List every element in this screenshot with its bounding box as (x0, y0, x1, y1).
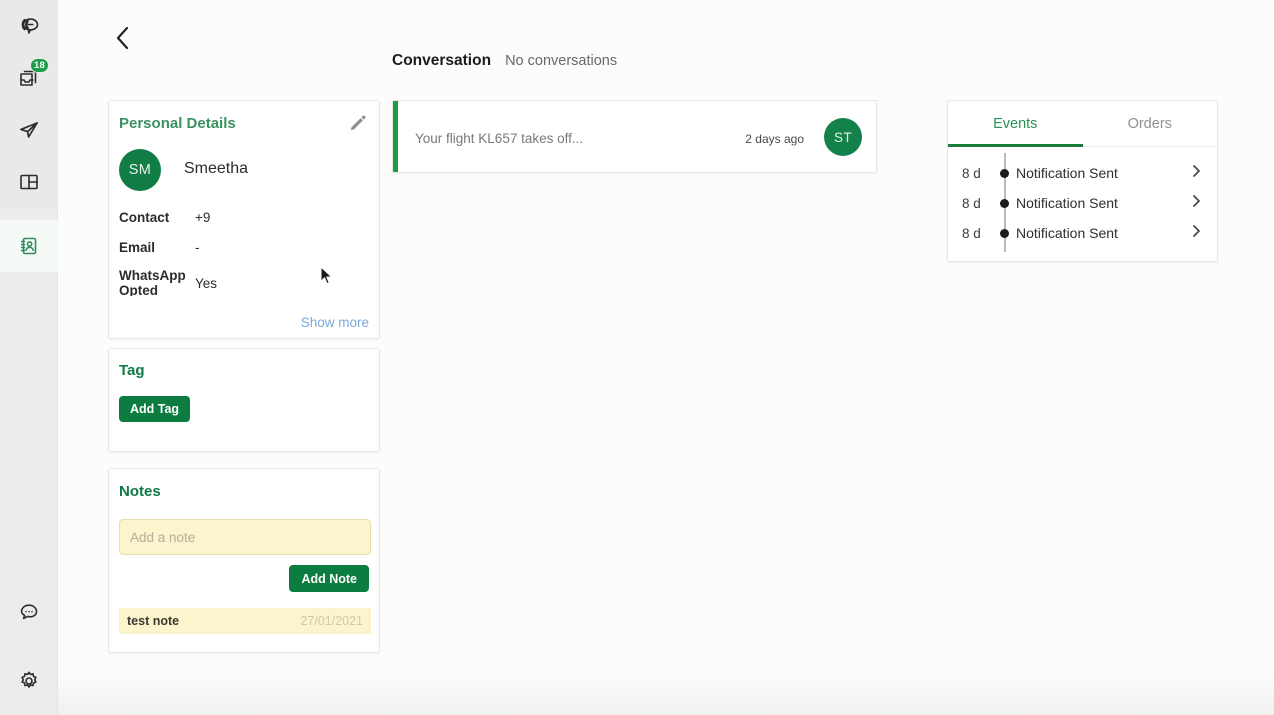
personal-details-title: Personal Details (119, 115, 236, 132)
events-timeline: 8 d Notification Sent 8 d Notification Sent… (948, 147, 1217, 258)
conversation-time-ago: 2 days ago (745, 132, 804, 146)
rail-top-group: 18 (0, 0, 58, 208)
event-label: Notification Sent (1016, 225, 1118, 241)
tab-events[interactable]: Events (948, 101, 1083, 147)
field-email-value: - (195, 240, 200, 255)
main-content: Conversation No conversations Personal D… (58, 0, 1274, 715)
chevron-right-icon[interactable] (1190, 193, 1203, 214)
gear-icon (17, 669, 41, 693)
sidebar-item-support-chat[interactable] (0, 587, 58, 639)
conversation-accent-bar (393, 101, 398, 172)
event-age: 8 d (962, 195, 981, 211)
add-tag-button[interactable]: Add Tag (119, 396, 191, 422)
dashboard-icon (17, 170, 41, 194)
add-note-button[interactable]: Add Note (289, 565, 369, 592)
notes-title: Notes (119, 483, 161, 500)
broadcast-icon (17, 14, 41, 38)
note-text: test note (127, 614, 180, 628)
event-dot (1000, 228, 1009, 238)
conversation-status: No conversations (505, 53, 618, 69)
note-input[interactable] (119, 519, 371, 555)
note-date: 27/01/2021 (300, 614, 363, 628)
conversation-snippet: Your flight KL657 takes off... (415, 131, 584, 146)
bottom-fade (58, 673, 1274, 715)
sidebar-item-campaigns[interactable] (0, 104, 58, 156)
conversation-avatar: ST (824, 118, 862, 156)
tab-orders[interactable]: Orders (1083, 101, 1218, 146)
conversation-card[interactable]: Your flight KL657 takes off... 2 days ag… (392, 100, 877, 173)
avatar: SM (119, 149, 161, 191)
chevron-left-icon (114, 25, 131, 56)
event-age: 8 d (962, 165, 981, 181)
chevron-right-icon[interactable] (1190, 163, 1203, 184)
event-label: Notification Sent (1016, 165, 1118, 181)
pencil-icon[interactable] (349, 114, 367, 137)
tag-card: Tag Add Tag (108, 348, 380, 452)
event-row[interactable]: 8 d Notification Sent (948, 218, 1217, 248)
app-root: 18 Conversation No conversations Persona… (0, 0, 1274, 715)
field-whatsapp-opted-label: WhatsApp Opted (119, 268, 185, 296)
event-dot (1000, 168, 1009, 178)
sidebar-item-broadcast[interactable] (0, 0, 58, 52)
send-icon (17, 118, 41, 142)
contacts-icon (17, 234, 41, 258)
sidebar-item-dashboard[interactable] (0, 156, 58, 208)
field-contact-label: Contact (119, 210, 170, 225)
notes-card: Notes Add Note test note 27/01/2021 (108, 468, 380, 653)
event-row[interactable]: 8 d Notification Sent (948, 188, 1217, 218)
field-email-label: Email (119, 240, 156, 255)
unread-badge: 18 (30, 58, 49, 73)
event-row[interactable]: 8 d Notification Sent (948, 158, 1217, 188)
conversation-header: Conversation No conversations (392, 52, 617, 70)
events-panel: Events Orders 8 d Notification Sent 8 d Not… (947, 100, 1218, 262)
personal-details-card: Personal Details SM Smeetha Contact +9 E… (108, 100, 380, 339)
event-age: 8 d (962, 225, 981, 241)
back-button[interactable] (104, 22, 140, 58)
tag-title: Tag (119, 362, 145, 379)
event-dot (1000, 198, 1009, 208)
sidebar-item-contacts[interactable] (0, 220, 58, 272)
field-whatsapp-opted-value: Yes (195, 276, 218, 291)
chat-icon (17, 601, 41, 625)
event-label: Notification Sent (1016, 195, 1118, 211)
field-contact-value: +9 (195, 210, 211, 225)
conversation-title: Conversation (392, 52, 492, 69)
events-tabs: Events Orders (948, 101, 1217, 147)
sidebar-item-settings[interactable] (0, 655, 58, 707)
chevron-right-icon[interactable] (1190, 223, 1203, 244)
contact-name: Smeetha (184, 160, 249, 177)
rail-bottom-group (0, 587, 58, 715)
left-rail: 18 (0, 0, 58, 715)
sidebar-item-inbox[interactable]: 18 (0, 52, 58, 104)
show-more-link[interactable]: Show more (301, 315, 369, 330)
note-list-item[interactable]: test note 27/01/2021 (119, 608, 371, 634)
rail-active-slot (0, 220, 58, 272)
